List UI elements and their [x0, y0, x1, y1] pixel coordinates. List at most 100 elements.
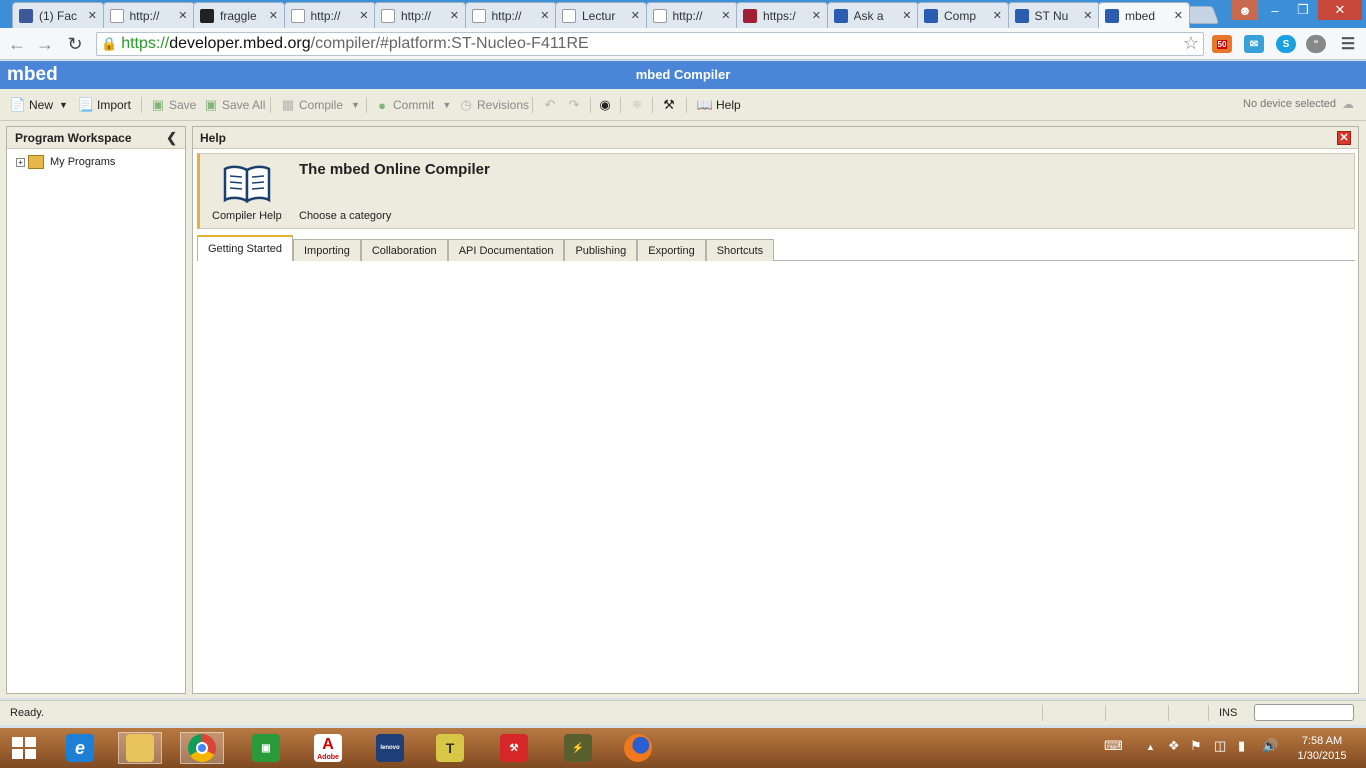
flag-icon[interactable]: ⚑ — [1190, 738, 1202, 754]
help-button[interactable]: 📖 Help — [697, 97, 741, 113]
import-icon: 📃 — [77, 97, 95, 112]
app-title: mbed Compiler — [635, 67, 731, 82]
close-tab-icon[interactable]: ✕ — [450, 9, 459, 22]
close-tab-icon[interactable]: ✕ — [1083, 9, 1092, 22]
user-icon[interactable]: ☻ — [1232, 0, 1258, 20]
hangouts-icon[interactable]: “ — [1306, 35, 1326, 53]
serial-cable-icon[interactable]: ⚡ — [556, 732, 600, 764]
adobe-reader-icon[interactable]: A Adobe — [306, 732, 350, 764]
save-button[interactable]: ▣ Save — [150, 97, 197, 113]
revisions-button[interactable]: ◷ Revisions — [458, 97, 529, 113]
close-tab-icon[interactable]: ✕ — [631, 9, 640, 22]
browser-tab[interactable]: (1) Fac ✕ — [12, 2, 104, 28]
close-tab-icon[interactable]: ✕ — [812, 9, 821, 22]
close-tab-icon[interactable]: ✕ — [721, 9, 730, 22]
commit-button[interactable]: ● Commit ▼ — [374, 97, 451, 113]
collapse-chevron-icon[interactable]: ❮ — [166, 130, 177, 146]
new-file-icon: 📄 — [9, 97, 27, 112]
tool-app-icon[interactable]: ⚒ — [492, 732, 536, 764]
browser-tab[interactable]: Lectur ✕ — [555, 2, 647, 28]
close-tab-icon[interactable]: ✕ — [902, 9, 911, 22]
store-icon[interactable]: ▣ — [244, 732, 288, 764]
tab-title: Comp — [944, 8, 977, 23]
internet-explorer-icon[interactable]: e — [58, 732, 102, 764]
find-button[interactable]: ◉ — [597, 97, 616, 113]
volume-icon[interactable]: 🔊 — [1262, 738, 1278, 754]
save-all-button[interactable]: ▣ Save All — [203, 97, 266, 113]
back-arrow-icon[interactable]: ← — [6, 33, 28, 55]
close-tab-icon[interactable]: ✕ — [993, 9, 1002, 22]
close-tab-icon[interactable]: ✕ — [88, 9, 97, 22]
forward-arrow-icon[interactable]: → — [34, 33, 56, 55]
minimize-button[interactable]: – — [1262, 0, 1288, 20]
keyboard-icon[interactable]: ⌨ — [1104, 738, 1123, 754]
tools-button[interactable]: ⚒ — [661, 97, 680, 113]
menu-icon[interactable]: ☰ — [1338, 35, 1358, 53]
close-tab-icon[interactable]: ✕ — [540, 9, 549, 22]
start-button[interactable] — [2, 732, 46, 764]
redo-button[interactable]: ↷ — [566, 97, 585, 113]
tab-getting-started[interactable]: Getting Started — [197, 235, 293, 261]
tab-publishing[interactable]: Publishing — [564, 239, 638, 261]
undo-button[interactable]: ↶ — [542, 97, 561, 113]
dropbox-icon[interactable]: ❖ — [1168, 738, 1180, 754]
tab-shortcuts[interactable]: Shortcuts — [705, 239, 775, 261]
lenovo-icon[interactable]: lenovo — [368, 732, 412, 764]
browser-tab[interactable]: http:// ✕ — [283, 2, 376, 28]
expand-plus-icon[interactable]: + — [16, 157, 25, 167]
tab-exporting[interactable]: Exporting — [637, 239, 706, 261]
chrome-icon[interactable] — [180, 732, 224, 764]
skype-icon[interactable]: S — [1276, 35, 1296, 53]
compile-button[interactable]: ▩ Compile ▼ — [280, 97, 360, 113]
help-header: Help ✕ — [193, 127, 1358, 149]
format-button[interactable]: ⚛ — [629, 97, 648, 113]
close-icon[interactable]: ✕ — [1337, 131, 1351, 145]
show-hidden-icons-icon[interactable]: ▲ — [1146, 742, 1155, 752]
bookmark-star-icon[interactable]: ☆ — [1183, 33, 1199, 54]
rss-badge: 50 — [1216, 39, 1228, 49]
browser-tab[interactable]: Ask a ✕ — [826, 2, 919, 28]
close-tab-icon[interactable]: ✕ — [178, 9, 187, 22]
new-button[interactable]: 📄 New ▼ — [10, 97, 68, 113]
compiler-help-caption: Compiler Help — [212, 210, 282, 222]
save-all-icon: ▣ — [204, 97, 218, 112]
notes-app-icon[interactable]: T — [428, 732, 472, 764]
firefox-icon[interactable] — [616, 732, 660, 764]
status-field[interactable] — [1254, 704, 1354, 721]
tab-title: fraggle — [220, 8, 257, 23]
browser-tab[interactable]: http:// ✕ — [102, 2, 195, 28]
tree-item-my-programs[interactable]: + My Programs — [7, 149, 185, 175]
browser-tab[interactable]: http:// ✕ — [374, 2, 466, 28]
program-workspace-panel: Program Workspace ❮ + My Programs — [6, 126, 186, 694]
browser-tab[interactable]: https:/ ✕ — [736, 2, 828, 28]
close-tab-icon[interactable]: ✕ — [359, 9, 368, 22]
rss-icon[interactable]: 50 — [1212, 35, 1232, 53]
reload-icon[interactable]: ↻ — [64, 33, 86, 55]
tab-importing[interactable]: Importing — [293, 239, 361, 261]
tab-api-documentation[interactable]: API Documentation — [447, 239, 565, 261]
browser-tab[interactable]: ST Nu ✕ — [1007, 2, 1100, 28]
browser-tab[interactable]: http:// ✕ — [645, 2, 738, 28]
browser-tab[interactable]: Comp ✕ — [917, 2, 1009, 28]
close-window-button[interactable]: ✕ — [1318, 0, 1362, 20]
close-tab-icon[interactable]: ✕ — [269, 9, 278, 22]
restore-button[interactable]: ❐ — [1290, 0, 1316, 20]
device-selector[interactable]: No device selected — [1243, 98, 1336, 110]
device-icon[interactable]: ☁ — [1342, 97, 1356, 111]
page-icon — [109, 8, 124, 23]
battery-icon[interactable]: ◫ — [1214, 738, 1226, 754]
file-explorer-icon[interactable] — [118, 732, 162, 764]
browser-tab[interactable]: http:// ✕ — [464, 2, 557, 28]
compile-icon: ▩ — [281, 97, 295, 112]
wifi-signal-icon[interactable]: ▮ — [1238, 738, 1245, 754]
address-bar[interactable]: 🔒 https://developer.mbed.org/compiler/#p… — [96, 32, 1204, 56]
browser-tab[interactable]: mbed ✕ — [1098, 2, 1190, 28]
import-button[interactable]: 📃 Import — [78, 97, 131, 113]
browser-tab[interactable]: fraggle ✕ — [193, 2, 285, 28]
workspace-title: Program Workspace — [15, 130, 132, 145]
chat-icon[interactable]: ✉ — [1244, 35, 1264, 53]
help-tabs: Getting Started Importing Collaboration … — [197, 233, 775, 261]
system-clock[interactable]: 7:58 AM 1/30/2015 — [1292, 734, 1352, 764]
close-tab-icon[interactable]: ✕ — [1174, 9, 1183, 22]
tab-collaboration[interactable]: Collaboration — [360, 239, 448, 261]
